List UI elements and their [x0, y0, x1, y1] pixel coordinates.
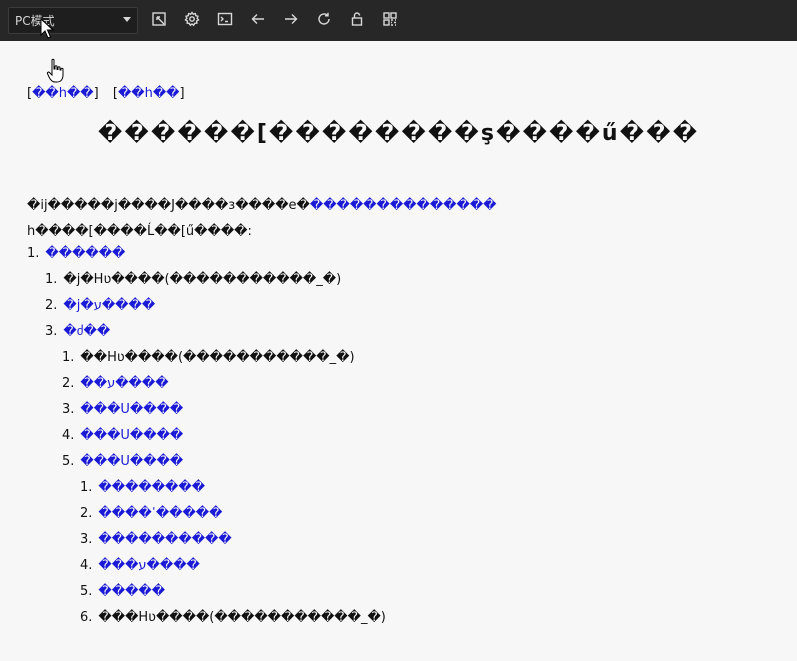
list-item-link[interactable]: ���Ս����	[80, 454, 183, 469]
list-item-text: ���Hʋ����(�����������_�)	[98, 610, 386, 625]
list-item-link[interactable]: �����	[98, 584, 165, 599]
list-item: 5. �����	[80, 584, 166, 599]
hand-pointer-icon	[46, 58, 64, 83]
intro-line-1-text: �ij�����j����J����ɜ����e�	[27, 198, 310, 213]
mouse-cursor-icon	[40, 18, 54, 39]
list-item-link[interactable]: �j�ע����	[63, 298, 155, 313]
page-content: [��h��] [��h��] ������[��������ş����ű���…	[0, 41, 797, 661]
list-item: 1. ������	[27, 246, 126, 261]
list-item: 6. ���Hʋ����(�����������_�)	[80, 610, 386, 625]
list-item: 3. ���Ս����	[62, 402, 184, 417]
refresh-icon[interactable]	[313, 8, 335, 30]
bracket-close-2: ]	[179, 86, 185, 101]
list-item: 2. ����ߵ�����	[80, 506, 223, 521]
list-item: 2. �j�ע����	[45, 298, 156, 313]
list-item: 3. ����������	[80, 532, 232, 547]
list-item: 2. ��ע����	[62, 376, 169, 391]
list-item-link[interactable]: ���ע����	[98, 558, 199, 573]
expand-icon[interactable]	[148, 8, 170, 30]
list-item: 4. ���Ս����	[62, 428, 184, 443]
intro-text: �ij�����j����J����ɜ����e��������������� …	[27, 193, 496, 245]
intro-line-2: h����[����Ĺ��[ű����:	[27, 224, 252, 239]
bracket-close: ]	[93, 86, 99, 101]
list-item-link[interactable]: �ძ��	[63, 324, 110, 339]
list-item: 1. ��Hʋ����(�����������_�)	[62, 350, 355, 365]
mode-select[interactable]: PC模式	[8, 7, 138, 34]
list-item: 4. ���ע����	[80, 558, 200, 573]
top-link-1[interactable]: ��h��	[32, 86, 94, 101]
settings-icon[interactable]	[181, 8, 203, 30]
list-item-link[interactable]: ���Ս����	[80, 428, 183, 443]
list-item: 1. �j�Hʋ����(�����������_�)	[45, 272, 342, 287]
list-item-link[interactable]: ��������	[98, 480, 205, 495]
back-icon[interactable]	[247, 8, 269, 30]
lock-icon[interactable]	[346, 8, 368, 30]
browser-toolbar: PC模式	[0, 0, 797, 41]
intro-line-1: �ij�����j����J����ɜ����e���������������	[27, 193, 496, 219]
list-item: 1. ��������	[80, 480, 206, 495]
page-title: ������[��������ş����ű���	[97, 121, 700, 146]
list-item: 5. ���Ս����	[62, 454, 184, 469]
intro-link[interactable]: ��������������	[310, 198, 497, 213]
top-links: [��h��] [��h��]	[27, 86, 185, 101]
forward-icon[interactable]	[280, 8, 302, 30]
list-item-link[interactable]: ����ߵ�����	[98, 506, 222, 521]
list-item-text: �j�Hʋ����(�����������_�)	[63, 272, 342, 287]
grid-icon[interactable]	[379, 8, 401, 30]
list-item-link[interactable]: ��ע����	[80, 376, 168, 391]
list-item: 3. �ძ��	[45, 324, 111, 339]
list-item-link[interactable]: ����������	[98, 532, 231, 547]
list-item-link[interactable]: ������	[45, 246, 125, 261]
list-item-link[interactable]: ���Ս����	[80, 402, 183, 417]
chevron-down-icon	[123, 17, 131, 22]
top-link-2[interactable]: ��h��	[118, 86, 180, 101]
terminal-icon[interactable]	[214, 8, 236, 30]
list-item-text: ��Hʋ����(�����������_�)	[80, 350, 355, 365]
